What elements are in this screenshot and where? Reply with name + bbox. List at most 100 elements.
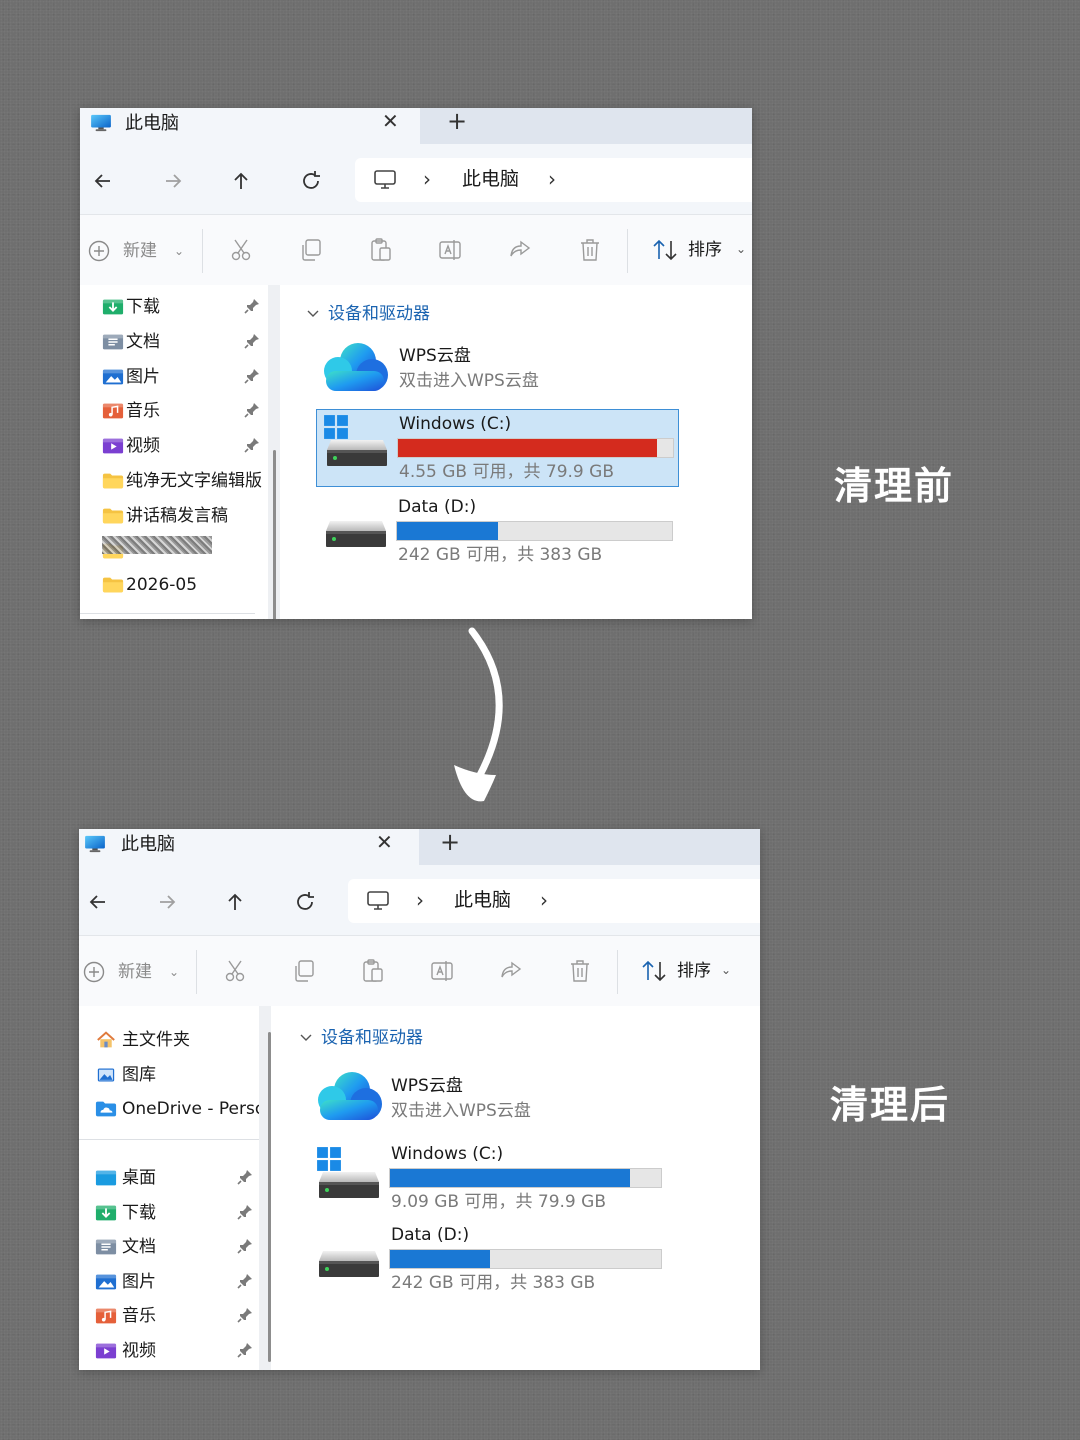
delete-icon[interactable] (577, 237, 603, 263)
sidebar-item[interactable]: 讲话稿发言稿 (80, 501, 268, 531)
sidebar-item[interactable]: 2026-05 (80, 570, 268, 600)
sort-icon (642, 960, 666, 982)
share-icon[interactable] (507, 237, 533, 263)
drive-d-item[interactable]: Data (D:) 242 GB 可用，共 383 GB (316, 495, 679, 573)
back-arrow-icon[interactable] (88, 166, 118, 196)
sidebar-item[interactable]: 图片 (79, 1267, 259, 1297)
tab-this-pc[interactable]: 此电脑 ✕ (79, 829, 419, 865)
sidebar-item[interactable]: 图库 (79, 1060, 259, 1090)
up-arrow-icon[interactable] (226, 166, 256, 196)
sidebar-item[interactable]: 文档 (80, 327, 268, 357)
rename-icon[interactable] (429, 958, 455, 984)
pin-icon[interactable] (236, 1272, 254, 1290)
sidebar-scrollbar[interactable] (273, 450, 276, 619)
content-pane: 设备和驱动器 WPS云盘 双击进入WPS云盘 Windows (C:) 9.09… (271, 1006, 760, 1370)
sidebar-item[interactable]: 主文件夹 (79, 1025, 259, 1055)
sidebar-item-label: 下载 (122, 1202, 156, 1223)
toolbar-divider (202, 229, 203, 273)
pane-splitter[interactable] (268, 285, 280, 619)
sidebar-item-label: 视频 (126, 436, 160, 457)
address-bar[interactable]: › 此电脑 › (348, 879, 760, 923)
new-tab-icon[interactable]: + (447, 108, 467, 134)
drive-c-usage-bar (397, 438, 674, 458)
cut-icon[interactable] (222, 958, 248, 984)
refresh-icon[interactable] (296, 166, 326, 196)
pin-icon[interactable] (236, 1306, 254, 1324)
refresh-icon[interactable] (290, 887, 320, 917)
chevron-right-icon[interactable]: › (423, 166, 431, 192)
pin-icon[interactable] (236, 1203, 254, 1221)
pictures-folder-icon (102, 369, 124, 384)
new-button-label: 新建 (123, 241, 157, 261)
paste-icon[interactable] (368, 237, 394, 263)
caption-before: 清理前 (834, 464, 955, 508)
copy-icon[interactable] (291, 958, 317, 984)
breadcrumb-this-pc[interactable]: 此电脑 (462, 166, 519, 192)
chevron-down-icon (300, 1034, 312, 1041)
sort-icon (653, 239, 677, 261)
pin-icon[interactable] (236, 1237, 254, 1255)
share-icon[interactable] (498, 958, 524, 984)
wps-name: WPS云盘 (391, 1076, 463, 1096)
pin-icon[interactable] (243, 401, 261, 419)
windows-logo-icon (323, 414, 349, 440)
rename-icon[interactable] (437, 237, 463, 263)
back-arrow-icon[interactable] (83, 887, 113, 917)
pane-splitter[interactable] (259, 1006, 271, 1370)
drive-c-item[interactable]: Windows (C:) 9.09 GB 可用，共 79.9 GB (314, 1140, 674, 1218)
copy-icon[interactable] (298, 237, 324, 263)
wps-cloud-item[interactable]: WPS云盘 双击进入WPS云盘 (314, 1068, 614, 1130)
sort-label: 排序 (677, 961, 711, 981)
music-folder-icon (95, 1309, 117, 1324)
sidebar-item[interactable]: 图片 (80, 362, 268, 392)
close-tab-icon[interactable]: ✕ (376, 829, 393, 855)
pin-icon[interactable] (243, 297, 261, 315)
sidebar-item[interactable]: 下载 (79, 1198, 259, 1228)
tab-strip: 此电脑 ✕ + (79, 829, 760, 865)
sidebar-item[interactable]: 音乐 (79, 1301, 259, 1331)
chevron-right-icon[interactable]: › (540, 887, 548, 913)
drive-c-usage-bar (389, 1168, 662, 1188)
computer-icon (367, 891, 389, 910)
sidebar-item[interactable]: 纯净无文字编辑版 (80, 466, 268, 496)
drive-c-item[interactable]: Windows (C:) 4.55 GB 可用，共 79.9 GB (316, 409, 679, 487)
breadcrumb-this-pc[interactable]: 此电脑 (454, 887, 511, 913)
sidebar-item[interactable]: 音乐 (80, 396, 268, 426)
pin-icon[interactable] (236, 1341, 254, 1359)
sidebar-item[interactable]: 桌面 (79, 1163, 259, 1193)
drive-c-name: Windows (C:) (399, 414, 512, 434)
chevron-right-icon[interactable]: › (416, 887, 424, 913)
wps-cloud-icon (314, 1068, 384, 1124)
drive-c-space: 9.09 GB 可用，共 79.9 GB (391, 1192, 606, 1212)
close-tab-icon[interactable]: ✕ (382, 108, 399, 134)
forward-arrow-icon[interactable] (152, 887, 182, 917)
sidebar-item[interactable]: 文档 (79, 1232, 259, 1262)
sidebar-item-label: 音乐 (122, 1306, 156, 1327)
pin-icon[interactable] (243, 367, 261, 385)
sidebar-item-label: 下载 (126, 297, 160, 317)
delete-icon[interactable] (567, 958, 593, 984)
sidebar-item[interactable]: 视频 (79, 1336, 259, 1366)
drive-d-item[interactable]: Data (D:) 242 GB 可用，共 383 GB (314, 1223, 674, 1301)
wps-cloud-item[interactable]: WPS云盘 双击进入WPS云盘 (320, 339, 620, 401)
drive-c-name: Windows (C:) (391, 1144, 504, 1164)
this-pc-icon (84, 835, 106, 853)
redacted-scribble (102, 536, 212, 554)
paste-icon[interactable] (360, 958, 386, 984)
up-arrow-icon[interactable] (220, 887, 250, 917)
pin-icon[interactable] (236, 1168, 254, 1186)
chevron-right-icon[interactable]: › (548, 166, 556, 192)
sidebar-item[interactable]: OneDrive - Perso (79, 1094, 259, 1124)
new-tab-icon[interactable]: + (440, 829, 460, 855)
pin-icon[interactable] (243, 332, 261, 350)
sidebar-divider (80, 613, 255, 614)
sidebar-item[interactable]: 下载 (80, 292, 268, 322)
forward-arrow-icon[interactable] (158, 166, 188, 196)
tab-this-pc[interactable]: 此电脑 ✕ (80, 108, 420, 144)
plus-circle-icon (88, 240, 110, 262)
cut-icon[interactable] (228, 237, 254, 263)
address-bar[interactable]: › 此电脑 › (355, 158, 752, 202)
sidebar-item[interactable]: 视频 (80, 431, 268, 461)
pin-icon[interactable] (243, 436, 261, 454)
sidebar-item-label: 图片 (122, 1271, 156, 1292)
